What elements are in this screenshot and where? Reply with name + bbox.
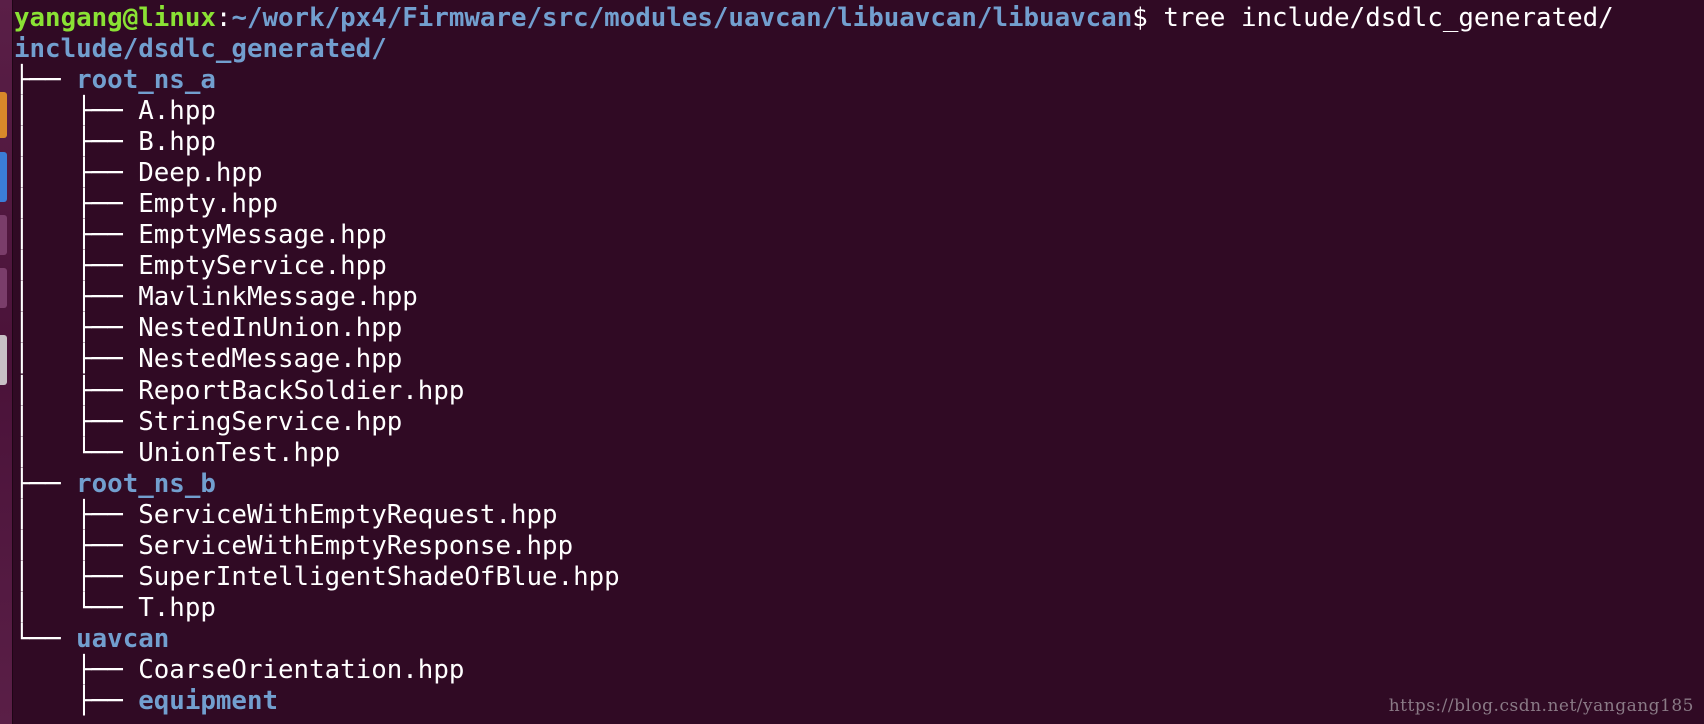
tree-branch-glyph: └── <box>14 623 77 654</box>
tree-directory-name: root_ns_b <box>76 468 216 499</box>
tree-line: ├── equipment <box>14 686 278 717</box>
tree-file-name: Deep.hpp <box>138 158 263 189</box>
tree-branch-glyph: │ ├── <box>14 530 139 561</box>
tree-line: │ └── UnionTest.hpp <box>14 438 340 469</box>
tree-root-dir: include/dsdlc_generated/ <box>14 34 387 64</box>
watermark: https://blog.csdn.net/yangang185 <box>1388 696 1694 716</box>
launcher-expand-arrow-icon[interactable] <box>0 335 7 385</box>
tree-branch-glyph: ├── <box>14 65 77 95</box>
tree-branch-glyph: │ ├── <box>14 189 139 220</box>
tree-branch-glyph: │ ├── <box>14 251 139 282</box>
tree-file-name: NestedMessage.hpp <box>138 344 403 375</box>
tree-branch-glyph: │ ├── <box>14 158 139 189</box>
tree-file-name: T.hpp <box>138 592 216 623</box>
tree-line: └── uavcan <box>14 624 169 655</box>
tree-line: │ ├── Empty.hpp <box>14 189 278 220</box>
tree-line: │ ├── B.hpp <box>14 127 216 158</box>
tree-branch-glyph: │ ├── <box>14 375 139 406</box>
tree-branch-glyph: │ ├── <box>14 313 139 344</box>
tree-directory-name: equipment <box>138 686 279 716</box>
tree-file-name: Empty.hpp <box>138 189 279 220</box>
tree-file-name: EmptyMessage.hpp <box>138 220 387 251</box>
prompt-dollar: $ <box>1132 3 1164 33</box>
tree-branch-glyph: │ ├── <box>14 344 139 375</box>
tree-line: │ ├── EmptyService.hpp <box>14 251 387 282</box>
launcher-icon-purple-1[interactable] <box>0 215 7 255</box>
tree-branch-glyph: ├── <box>14 654 139 685</box>
tree-line: │ ├── EmptyMessage.hpp <box>14 220 387 251</box>
tree-file-name: B.hpp <box>138 127 216 158</box>
tree-file-name: A.hpp <box>138 96 216 127</box>
launcher-strip <box>0 0 13 724</box>
tree-line: │ ├── A.hpp <box>14 96 216 127</box>
launcher-icon-purple-2[interactable] <box>0 268 7 308</box>
tree-branch-glyph: │ ├── <box>14 406 139 437</box>
tree-line: │ ├── SuperIntelligentShadeOfBlue.hpp <box>14 562 620 593</box>
tree-branch-glyph: ├── <box>14 468 77 499</box>
prompt-user-host: yangang@linux <box>14 3 216 33</box>
tree-line: ├── root_ns_a <box>14 65 216 96</box>
tree-file-name: NestedInUnion.hpp <box>138 313 403 344</box>
tree-line: │ ├── StringService.hpp <box>14 407 402 438</box>
tree-file-name: ReportBackSoldier.hpp <box>138 375 465 406</box>
tree-file-name: UnionTest.hpp <box>138 437 341 468</box>
tree-branch-glyph: │ ├── <box>14 282 139 313</box>
tree-branch-glyph: │ └── <box>14 592 139 623</box>
command-text: tree include/dsdlc_generated/ <box>1163 3 1614 33</box>
tree-file-name: ServiceWithEmptyRequest.hpp <box>138 499 558 530</box>
tree-branch-glyph: │ ├── <box>14 220 139 251</box>
tree-branch-glyph: │ ├── <box>14 499 139 530</box>
tree-file-name: EmptyService.hpp <box>138 251 387 282</box>
prompt-colon: : <box>215 3 232 33</box>
launcher-icon-blue[interactable] <box>0 152 7 202</box>
tree-line: │ ├── ServiceWithEmptyRequest.hpp <box>14 500 558 531</box>
tree-line: │ └── T.hpp <box>14 593 216 624</box>
tree-file-name: ServiceWithEmptyResponse.hpp <box>138 530 574 561</box>
tree-branch-glyph: │ └── <box>14 437 139 468</box>
tree-file-name: SuperIntelligentShadeOfBlue.hpp <box>138 561 620 592</box>
tree-directory-name: uavcan <box>76 623 170 654</box>
tree-branch-glyph: │ ├── <box>14 127 139 158</box>
tree-line: │ ├── NestedMessage.hpp <box>14 344 402 375</box>
tree-branch-glyph: │ ├── <box>14 561 139 592</box>
terminal-window[interactable]: ▔▔▔ ▔ ▔ ▔ ▔▔▔ ▔ yangang@linux:~/work/px4… <box>14 0 1704 724</box>
tree-line: │ ├── MavlinkMessage.hpp <box>14 282 418 313</box>
tree-directory-name: root_ns_a <box>76 65 216 95</box>
tree-branch-glyph: ├── <box>14 686 139 716</box>
tree-line: ├── CoarseOrientation.hpp <box>14 655 464 686</box>
tree-file-name: MavlinkMessage.hpp <box>138 282 418 313</box>
tree-branch-glyph: │ ├── <box>14 96 139 127</box>
prompt-line: yangang@linux:~/work/px4/Firmware/src/mo… <box>14 3 1614 34</box>
tree-line: │ ├── ServiceWithEmptyResponse.hpp <box>14 531 573 562</box>
tree-file-name: CoarseOrientation.hpp <box>138 654 465 685</box>
tree-line: │ ├── ReportBackSoldier.hpp <box>14 376 464 407</box>
tree-line: │ ├── NestedInUnion.hpp <box>14 313 402 344</box>
tree-line: ├── root_ns_b <box>14 469 216 500</box>
prompt-path: ~/work/px4/Firmware/src/modules/uavcan/l… <box>231 3 1133 33</box>
tree-file-name: StringService.hpp <box>138 406 403 437</box>
tree-line: │ ├── Deep.hpp <box>14 158 263 189</box>
launcher-icon-orange[interactable] <box>0 92 7 138</box>
previous-line-fragment: ▔▔▔ ▔ ▔ ▔ ▔▔▔ ▔ <box>54 0 314 2</box>
